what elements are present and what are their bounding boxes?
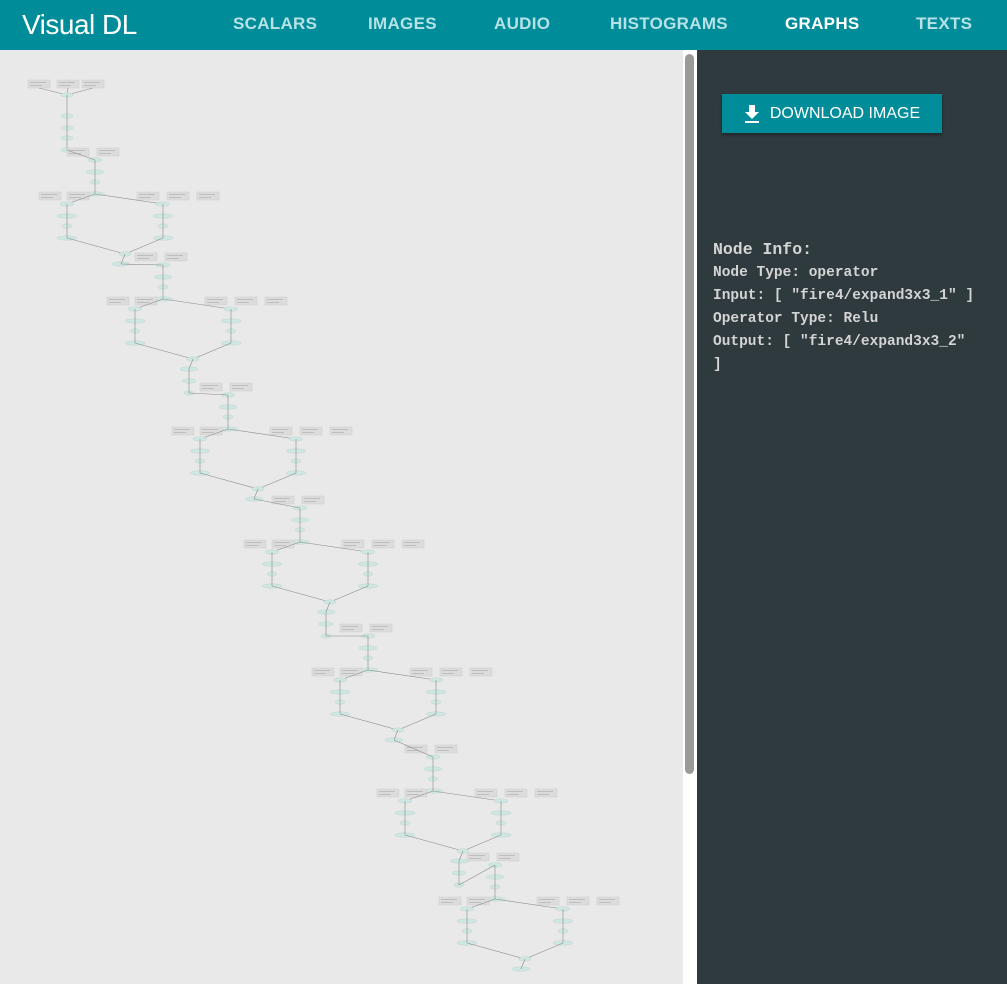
graph-param-node[interactable] [171,426,195,436]
graph-param-node[interactable] [66,191,90,201]
graph-param-node[interactable] [134,296,158,306]
graph-param-node[interactable] [136,191,160,201]
graph-param-node[interactable] [339,667,363,677]
graph-param-node[interactable] [243,539,267,549]
graph-param-node[interactable] [466,896,490,906]
graph-param-node[interactable] [329,426,353,436]
graph-param-node[interactable] [301,495,325,505]
graph-param-node[interactable] [596,896,620,906]
graph-param-node[interactable] [96,147,120,157]
node-operator-type: Operator Type: Relu [713,311,879,327]
graph-param-node[interactable] [234,296,258,306]
graph-param-node[interactable] [196,191,220,201]
graph-param-node[interactable] [371,539,395,549]
node-output-cont: ] [713,357,722,373]
graph-canvas[interactable] [0,50,683,984]
graph-param-node[interactable] [56,79,80,89]
graph-param-node[interactable] [474,788,498,798]
graph-param-node[interactable] [271,495,295,505]
graph-param-node[interactable] [341,539,365,549]
graph-param-node[interactable] [199,382,223,392]
graph-param-node[interactable] [66,147,90,157]
graph-param-node[interactable] [164,252,188,262]
nav-scalars[interactable]: SCALARS [233,14,317,34]
graph-param-node[interactable] [134,252,158,262]
graph-param-node[interactable] [27,79,51,89]
download-icon [744,104,760,123]
download-image-button[interactable]: DOWNLOAD IMAGE [722,94,942,133]
graph-param-node[interactable] [311,667,335,677]
graph-param-node[interactable] [269,426,293,436]
graph-param-node[interactable] [81,79,105,89]
model-graph[interactable] [0,50,683,984]
graph-param-node[interactable] [566,896,590,906]
graph-param-node[interactable] [466,852,490,862]
top-navigation-bar: Visual DL SCALARS IMAGES AUDIO HISTOGRAM… [0,0,1007,50]
graph-param-node[interactable] [271,539,295,549]
graph-param-node[interactable] [299,426,323,436]
visualdl-logo: Visual DL [22,9,137,40]
graph-param-node[interactable] [409,667,433,677]
graph-param-node[interactable] [376,788,400,798]
graph-param-node[interactable] [199,426,223,436]
graph-param-node[interactable] [166,191,190,201]
nav-texts[interactable]: TEXTS [916,14,972,34]
side-panel: DOWNLOAD IMAGE Node Info: Node Type: ope… [697,50,1007,984]
node-info-panel: Node Info: Node Type: operator Input: [ … [713,238,998,377]
node-input: Input: [ "fire4/expand3x3_1" ] [713,288,975,304]
nav-histograms[interactable]: HISTOGRAMS [610,14,728,34]
graph-param-node[interactable] [229,382,253,392]
graph-param-node[interactable] [38,191,62,201]
node-type: Node Type: operator [713,265,879,281]
nav-images[interactable]: IMAGES [368,14,437,34]
graph-param-node[interactable] [434,744,458,754]
graph-param-node[interactable] [204,296,228,306]
graph-param-node[interactable] [401,539,425,549]
graph-param-node[interactable] [536,896,560,906]
nav-graphs[interactable]: GRAPHS [785,14,860,34]
graph-param-node[interactable] [496,852,520,862]
nav-audio[interactable]: AUDIO [494,14,550,34]
graph-param-node[interactable] [504,788,528,798]
node-info-title: Node Info: [713,240,813,259]
graph-param-node[interactable] [438,896,462,906]
graph-param-node[interactable] [339,623,363,633]
graph-param-node[interactable] [469,667,493,677]
graph-param-node[interactable] [404,788,428,798]
download-image-label: DOWNLOAD IMAGE [769,104,921,122]
graph-param-node[interactable] [439,667,463,677]
graph-param-node[interactable] [106,296,130,306]
graph-param-node[interactable] [264,296,288,306]
node-output: Output: [ "fire4/expand3x3_2" [713,334,966,350]
graph-param-node[interactable] [534,788,558,798]
graph-scrollbar-thumb[interactable] [685,54,694,774]
graph-param-node[interactable] [369,623,393,633]
